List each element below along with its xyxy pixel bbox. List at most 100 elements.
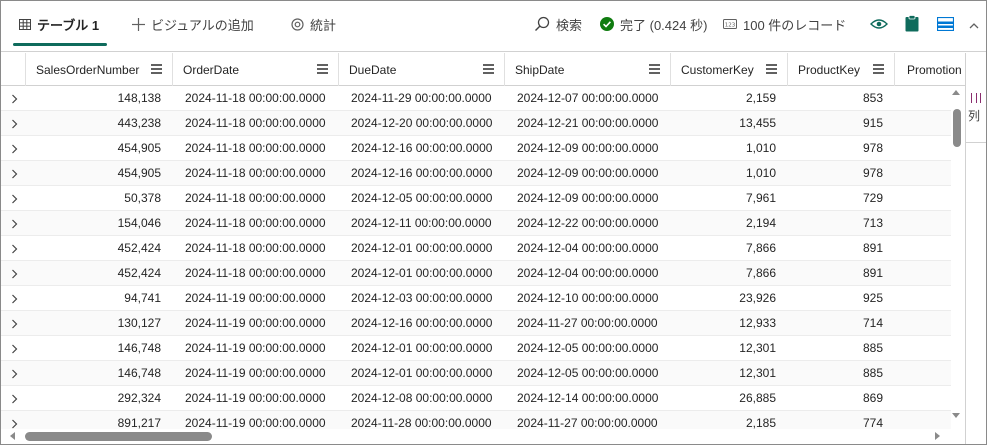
cell-customerkey: 1,010	[745, 141, 776, 155]
cell-salesordernumber: 891,217	[117, 416, 161, 429]
column-header-label: ProductKey	[798, 62, 861, 77]
expand-chevron-icon[interactable]	[10, 418, 19, 429]
table-row[interactable]: 94,741 2024-11-19 00:00:00.0000 2024-12-03…	[1, 286, 951, 311]
search-button[interactable]: 検索	[534, 1, 582, 47]
tab-label: ビジュアルの追加	[151, 17, 254, 33]
tab-label: テーブル 1	[37, 17, 100, 33]
table-row[interactable]: 146,748 2024-11-19 00:00:00.0000 2024-12-0…	[1, 336, 951, 361]
cell-salesordernumber: 94,741	[124, 291, 161, 305]
scroll-up-arrow-icon[interactable]	[952, 90, 960, 95]
cell-customerkey: 23,926	[739, 291, 776, 305]
expand-chevron-icon[interactable]	[10, 118, 19, 129]
column-menu-icon[interactable]	[483, 64, 494, 74]
table-row[interactable]: 50,378 2024-11-18 00:00:00.0000 2024-12-05…	[1, 186, 951, 211]
cell-customerkey: 13,455	[739, 116, 776, 130]
column-menu-icon[interactable]	[873, 64, 884, 74]
cell-duedate: 2024-12-05 00:00:00.0000	[351, 191, 493, 205]
table-body: 148,138 2024-11-18 00:00:00.0000 2024-11-2…	[1, 86, 951, 429]
cell-duedate: 2024-12-20 00:00:00.0000	[351, 116, 493, 130]
expand-chevron-icon[interactable]	[10, 343, 19, 354]
column-header-customerkey[interactable]: CustomerKey	[670, 53, 787, 86]
query-status: 完了 (0.424 秒)	[600, 1, 707, 47]
table-row[interactable]: 148,138 2024-11-18 00:00:00.0000 2024-11-2…	[1, 86, 951, 111]
clipboard-button[interactable]	[901, 14, 923, 36]
table-row[interactable]: 154,046 2024-11-18 00:00:00.0000 2024-12-1…	[1, 211, 951, 236]
cell-customerkey: 2,194	[745, 216, 776, 230]
expand-chevron-icon[interactable]	[10, 243, 19, 254]
table-row[interactable]: 454,905 2024-11-18 00:00:00.0000 2024-12-1…	[1, 136, 951, 161]
expand-chevron-icon[interactable]	[10, 293, 19, 304]
cell-salesordernumber: 148,138	[117, 91, 161, 105]
expand-chevron-icon[interactable]	[10, 168, 19, 179]
tab-add-visual[interactable]: ビジュアルの追加	[132, 1, 254, 47]
cell-shipdate: 2024-12-22 00:00:00.0000	[517, 216, 659, 230]
table-row[interactable]: 452,424 2024-11-18 00:00:00.0000 2024-12-0…	[1, 261, 951, 286]
tab-statistics[interactable]: 統計	[291, 1, 336, 47]
scroll-right-arrow-icon[interactable]	[935, 432, 940, 440]
expand-chevron-icon[interactable]	[10, 393, 19, 404]
column-header-label: Promotion	[907, 62, 962, 77]
table-row[interactable]: 452,424 2024-11-18 00:00:00.0000 2024-12-0…	[1, 236, 951, 261]
column-header-row: SalesOrderNumber OrderDate DueDate ShipD…	[1, 53, 966, 86]
cell-orderdate: 2024-11-18 00:00:00.0000	[185, 216, 326, 230]
horizontal-scroll-thumb[interactable]	[25, 432, 212, 441]
expand-chevron-icon[interactable]	[10, 268, 19, 279]
expand-chevron-icon[interactable]	[10, 193, 19, 204]
cell-productkey: 925	[862, 291, 883, 305]
expand-chevron-icon[interactable]	[10, 218, 19, 229]
column-header-promotion[interactable]: Promotion	[894, 53, 966, 86]
expand-chevron-icon[interactable]	[10, 368, 19, 379]
cell-shipdate: 2024-12-09 00:00:00.0000	[517, 141, 659, 155]
table-row[interactable]: 891,217 2024-11-19 00:00:00.0000 2024-11-2…	[1, 411, 951, 429]
expand-chevron-icon[interactable]	[10, 318, 19, 329]
columns-icon	[971, 93, 981, 103]
statistics-icon	[291, 17, 304, 31]
tab-table-1[interactable]: テーブル 1	[19, 1, 99, 47]
column-header-shipdate[interactable]: ShipDate	[504, 53, 670, 86]
table-row[interactable]: 454,905 2024-11-18 00:00:00.0000 2024-12-1…	[1, 161, 951, 186]
cell-salesordernumber: 454,905	[117, 141, 161, 155]
table-row[interactable]: 130,127 2024-11-19 00:00:00.0000 2024-12-1…	[1, 311, 951, 336]
cell-salesordernumber: 443,238	[117, 116, 161, 130]
column-menu-icon[interactable]	[766, 64, 777, 74]
column-header-salesordernumber[interactable]: SalesOrderNumber	[25, 53, 172, 86]
scroll-down-arrow-icon[interactable]	[952, 413, 960, 418]
cell-orderdate: 2024-11-18 00:00:00.0000	[185, 166, 326, 180]
cell-duedate: 2024-11-29 00:00:00.0000	[351, 91, 492, 105]
table-row[interactable]: 443,238 2024-11-18 00:00:00.0000 2024-12-2…	[1, 111, 951, 136]
column-header-orderdate[interactable]: OrderDate	[172, 53, 338, 86]
search-icon	[534, 16, 550, 32]
scroll-left-arrow-icon[interactable]	[10, 432, 15, 440]
column-header-duedate[interactable]: DueDate	[338, 53, 504, 86]
plus-icon	[132, 17, 145, 31]
collapse-button[interactable]	[963, 14, 985, 36]
column-header-productkey[interactable]: ProductKey	[787, 53, 894, 86]
column-menu-icon[interactable]	[317, 64, 328, 74]
layout-button[interactable]	[934, 14, 956, 36]
eye-button[interactable]	[868, 14, 890, 36]
expand-chevron-icon[interactable]	[10, 143, 19, 154]
cell-productkey: 853	[862, 91, 883, 105]
clipboard-icon	[905, 15, 919, 35]
column-menu-icon[interactable]	[649, 64, 660, 74]
cell-orderdate: 2024-11-18 00:00:00.0000	[185, 116, 326, 130]
column-menu-icon[interactable]	[151, 64, 162, 74]
column-header-label: CustomerKey	[681, 62, 754, 77]
vertical-scroll-thumb[interactable]	[953, 109, 961, 147]
cell-productkey: 714	[862, 316, 883, 330]
layout-icon	[936, 16, 954, 34]
cell-shipdate: 2024-12-09 00:00:00.0000	[517, 166, 659, 180]
cell-duedate: 2024-12-03 00:00:00.0000	[351, 291, 493, 305]
expand-chevron-icon[interactable]	[10, 93, 19, 104]
cell-salesordernumber: 452,424	[117, 241, 161, 255]
table-row[interactable]: 146,748 2024-11-19 00:00:00.0000 2024-12-0…	[1, 361, 951, 386]
cell-productkey: 774	[862, 416, 883, 429]
cell-customerkey: 7,866	[745, 266, 776, 280]
cell-productkey: 869	[862, 391, 883, 405]
search-label: 検索	[556, 17, 583, 33]
table-row[interactable]: 292,324 2024-11-19 00:00:00.0000 2024-12-0…	[1, 386, 951, 411]
column-header-label: OrderDate	[183, 62, 240, 77]
cell-duedate: 2024-12-01 00:00:00.0000	[351, 341, 493, 355]
cell-salesordernumber: 154,046	[117, 216, 161, 230]
cell-salesordernumber: 50,378	[124, 191, 161, 205]
